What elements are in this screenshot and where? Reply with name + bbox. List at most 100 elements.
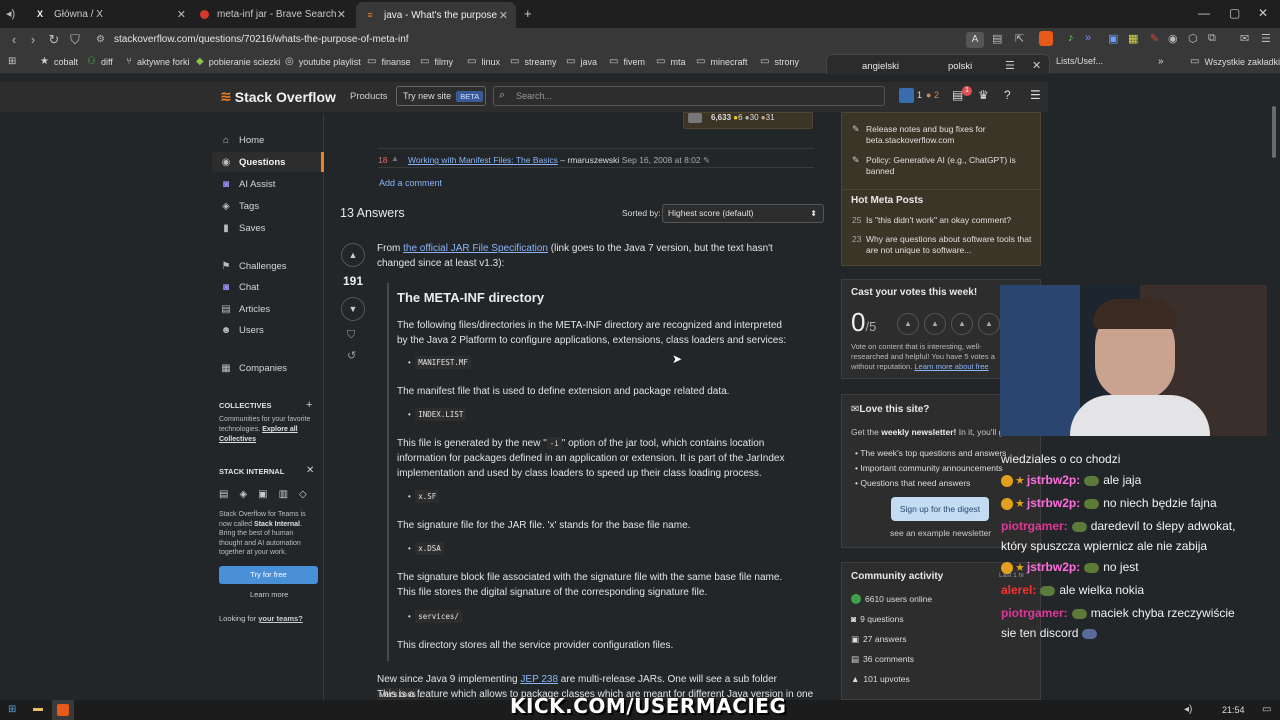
plus-icon[interactable]: + — [306, 399, 312, 411]
all-bookmarks[interactable]: ▭ Wszystkie zakładki — [1190, 56, 1280, 67]
share-icon[interactable]: ⇱ — [1015, 32, 1024, 45]
close-icon[interactable]: ✕ — [337, 8, 346, 21]
stack-overflow-logo[interactable]: ≋ Stack Overflow — [220, 88, 336, 105]
translate-icon[interactable]: A — [966, 32, 984, 48]
sidebar-item-challenges[interactable]: ⚑ Challenges — [220, 261, 287, 272]
close-icon[interactable]: ✕ — [306, 465, 314, 476]
bookmark-diff[interactable]: ⚇ diff — [87, 56, 113, 67]
maximize-button[interactable]: ▢ — [1229, 6, 1240, 20]
hot-post-link[interactable]: Why are questions about software tools t… — [866, 234, 1034, 256]
bookmark-folder[interactable]: ▭ filmy — [420, 56, 453, 67]
minimize-button[interactable]: — — [1198, 6, 1210, 20]
menu-icon[interactable]: ☰ — [1261, 32, 1271, 45]
avatar[interactable] — [899, 88, 914, 103]
site-switcher-icon[interactable]: ☰ — [1030, 88, 1041, 102]
learn-more-link[interactable]: Learn more — [250, 590, 288, 599]
bookmark-folder[interactable]: ▭ strony — [760, 56, 799, 67]
help-icon[interactable]: ? — [1004, 88, 1011, 102]
bookmark-folder[interactable]: ▭ mta — [656, 56, 685, 67]
blog-link[interactable]: Policy: Generative AI (e.g., ChatGPT) is… — [866, 155, 1034, 177]
sidebar-item-chat[interactable]: ◙ Chat — [220, 282, 259, 293]
achievements-icon[interactable]: ♛ — [978, 88, 989, 102]
hot-post-link[interactable]: Is "this didn't work" an okay comment? — [866, 215, 1034, 226]
try-for-free-button[interactable]: Try for free — [219, 566, 318, 584]
sidebar-item-saves[interactable]: ▮ Saves — [220, 223, 265, 234]
close-window-button[interactable]: ✕ — [1258, 6, 1268, 20]
sidebar-toggle-icon[interactable]: ◂) — [6, 7, 15, 20]
your-teams-link[interactable]: your teams? — [258, 614, 303, 623]
bookmark-pobieranie[interactable]: ◆ pobieranie sciezki — [196, 56, 280, 67]
extensions-icon[interactable]: ⧉ — [1208, 32, 1216, 45]
apps-icon[interactable]: ⊞ — [8, 56, 16, 67]
bookmark-lists[interactable]: Lists/Usef... — [1056, 56, 1103, 66]
paragraph: The following files/directories in the M… — [397, 320, 787, 346]
file-explorer-icon[interactable]: ▬ — [33, 703, 43, 714]
history-icon[interactable]: ↺ — [347, 349, 356, 362]
extension-icon[interactable]: ▦ — [1128, 32, 1138, 45]
volume-icon[interactable]: ◂) — [1184, 704, 1192, 715]
example-newsletter-link[interactable]: see an example newsletter — [890, 528, 991, 538]
close-icon[interactable]: ✕ — [1032, 59, 1041, 72]
reload-icon[interactable]: ↻ — [45, 31, 63, 49]
brave-shields-icon[interactable] — [1039, 31, 1053, 46]
comment-link[interactable]: Working with Manifest Files: The Basics — [408, 155, 558, 165]
avatar[interactable] — [688, 113, 702, 123]
sidebar-item-tags[interactable]: ◈ Tags — [220, 201, 259, 212]
tab-stackoverflow[interactable]: ≡ java - What's the purpose of ME ✕ — [356, 2, 516, 28]
products-link[interactable]: Products — [350, 91, 388, 102]
bookmark-icon[interactable]: ⛉ — [66, 31, 84, 49]
jar-spec-link[interactable]: the official JAR File Specification — [403, 243, 548, 254]
translate-tab-polish[interactable]: polski — [948, 61, 972, 72]
notifications-icon[interactable]: ▭ — [1262, 704, 1271, 715]
back-icon[interactable]: ‹ — [5, 31, 23, 49]
sidebar-item-questions[interactable]: ◉ Questions — [212, 152, 324, 172]
bookmark-cobalt[interactable]: ★ cobalt — [40, 56, 78, 67]
learn-more-link[interactable]: Learn more about free — [914, 362, 988, 371]
bookmark-folder[interactable]: ▭ fivem — [609, 56, 645, 67]
scrollbar-thumb[interactable] — [1272, 106, 1276, 158]
windows-start-icon[interactable]: ⊞ — [8, 704, 16, 715]
upvote-icon[interactable]: ▲ — [391, 154, 399, 163]
jep-link[interactable]: JEP 238 — [520, 674, 558, 685]
bookmark-folder[interactable]: ▭ java — [566, 56, 597, 67]
bookmark-icon[interactable]: ⛉ — [347, 329, 355, 342]
sort-select[interactable]: Highest score (default) ⬍ — [662, 204, 824, 223]
bookmark-folder[interactable]: ▭ linux — [467, 56, 500, 67]
sidebar-item-home[interactable]: ⌂ Home — [220, 135, 264, 146]
more-options-icon[interactable]: ☰ — [1005, 59, 1015, 72]
bookmark-folder[interactable]: ▭ streamy — [510, 56, 556, 67]
wallet-icon[interactable]: ✉ — [1240, 32, 1249, 45]
add-comment-link[interactable]: Add a comment — [379, 178, 442, 188]
new-tab-button[interactable]: + — [524, 6, 532, 21]
extension-icon[interactable]: ✎ — [1150, 32, 1159, 45]
extension-icon[interactable]: » — [1085, 32, 1091, 44]
upvote-button[interactable]: ▲ — [341, 243, 365, 267]
downvote-button[interactable]: ▼ — [341, 297, 365, 321]
forward-icon[interactable]: › — [24, 31, 42, 49]
search-input[interactable]: Search... — [493, 86, 885, 106]
bookmark-folder[interactable]: ▭ minecraft — [696, 56, 747, 67]
close-icon[interactable]: ✕ — [499, 9, 508, 22]
extension-icon[interactable]: ▣ — [1108, 32, 1118, 45]
bookmark-youtube[interactable]: ◎ youtube playlist — [285, 56, 361, 67]
extension-icon[interactable]: ♪ — [1068, 32, 1074, 44]
sidebar-item-companies[interactable]: ▦ Companies — [220, 363, 287, 374]
sidebar-item-ai-assist[interactable]: ◙ AI Assist — [220, 179, 275, 190]
sidebar-item-articles[interactable]: ▤ Articles — [220, 304, 270, 315]
reader-icon[interactable]: ▤ — [992, 32, 1002, 45]
sidebar-item-users[interactable]: ☻ Users — [220, 325, 264, 336]
try-new-site-button[interactable]: Try new site BETA — [396, 86, 486, 106]
extension-icon[interactable]: ◉ — [1168, 32, 1178, 45]
bookmark-aktywne-forki[interactable]: ⑂ aktywne forki — [126, 56, 190, 67]
translate-tab-english[interactable]: angielski — [862, 61, 899, 72]
close-icon[interactable]: ✕ — [177, 8, 186, 21]
bookmark-folder[interactable]: ▭ finanse — [367, 56, 410, 67]
taskbar-brave[interactable] — [52, 700, 74, 720]
sign-up-digest-button[interactable]: Sign up for the digest — [891, 497, 989, 521]
extension-icon[interactable]: ⬡ — [1188, 32, 1198, 45]
address-bar[interactable]: stackoverflow.com/questions/70216/whats-… — [92, 31, 962, 49]
tab-brave-search[interactable]: meta-inf jar - Brave Search ✕ — [192, 0, 354, 28]
more-bookmarks-icon[interactable]: » — [1158, 56, 1164, 67]
tab-x[interactable]: X Główna / X ✕ — [26, 0, 194, 28]
blog-link[interactable]: Release notes and bug fixes for beta.sta… — [866, 124, 1034, 146]
